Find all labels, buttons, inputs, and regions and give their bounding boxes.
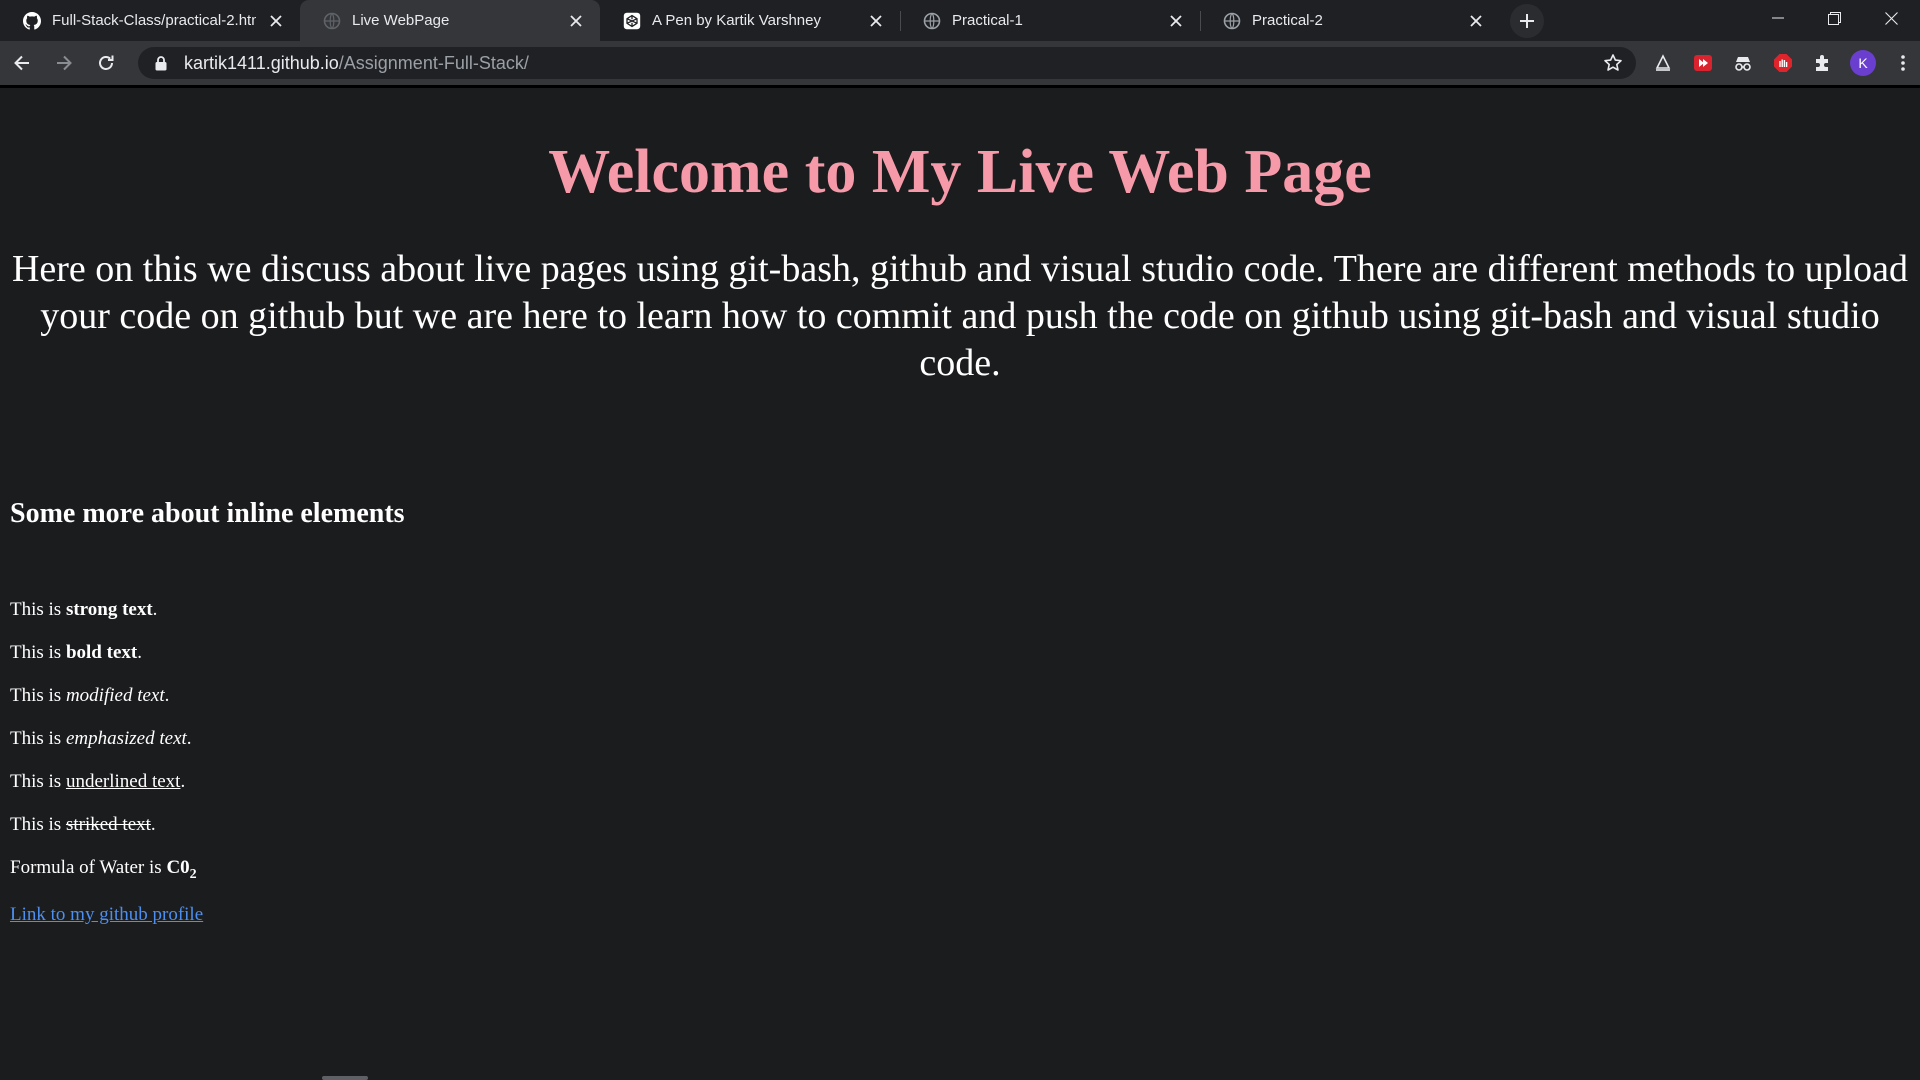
more-menu-icon[interactable] [1890,50,1916,76]
new-tab-button[interactable] [1510,4,1544,38]
tab-live-webpage[interactable]: Live WebPage [300,0,600,41]
restore-icon [1828,11,1841,25]
underlined-text: underlined text [65,771,181,792]
close-icon[interactable] [1466,11,1486,31]
web-page-content: Welcome to My Live Web Page Here on this… [0,88,1920,1080]
strong-line: This is strong text. [10,599,158,620]
close-icon[interactable] [266,11,286,31]
block-extension-icon[interactable] [1770,50,1796,76]
browser-toolbar: kartik1411.github.io/Assignment-Full-Sta… [0,41,1920,85]
tab-title: Live WebPage [352,12,450,29]
restore-button[interactable] [1806,0,1863,36]
link-line: Link to my github profile [10,903,203,927]
intro-paragraph: Here on this we discuss about live pages… [11,248,1909,384]
url-path: /Assignment-Full-Stack/ [338,52,529,73]
section-heading: Some more about inline elements [10,498,405,529]
window-controls [1749,0,1920,36]
emphasized-text: emphasized text [65,728,187,749]
formula-base: C0 [166,857,190,878]
globe-icon [322,11,342,31]
address-bar[interactable]: kartik1411.github.io/Assignment-Full-Sta… [138,47,1636,79]
tab-practical-1[interactable]: Practical-1 [900,0,1200,41]
horizontal-scrollbar[interactable] [322,1076,368,1080]
github-icon [22,11,42,31]
close-icon[interactable] [566,11,586,31]
back-button[interactable] [2,43,42,83]
profile-avatar[interactable]: K [1850,50,1876,76]
arrow-right-icon [57,55,72,71]
close-icon[interactable] [1166,11,1186,31]
strong-text: strong text [65,599,153,620]
bookmark-star-icon[interactable] [1602,52,1624,74]
reload-icon [99,55,114,70]
close-icon[interactable] [866,11,886,31]
video-extension-icon[interactable] [1690,50,1716,76]
emphasized-line: This is emphasized text. [10,728,192,749]
tab-strip: Full-Stack-Class/practical-2.html Live W… [0,0,1920,41]
tab-title: Practical-1 [952,12,1023,29]
modified-text: modified text [65,685,165,706]
tab-codepen[interactable]: A Pen by Kartik Varshney [600,0,900,41]
reload-button[interactable] [86,43,126,83]
tab-title: Full-Stack-Class/practical-2.html [52,12,256,29]
bold-line: This is bold text. [10,642,142,663]
underlined-line: This is underlined text. [10,771,186,792]
close-window-button[interactable] [1863,0,1920,36]
plus-icon [1520,14,1534,28]
github-profile-link[interactable]: Link to my github profile [10,904,203,925]
codepen-icon [622,11,642,31]
modified-line: This is modified text. [10,685,170,706]
tab-practical-2[interactable]: Practical-2 [1200,0,1500,41]
formula-subscript: 2 [189,867,197,882]
page-title: Welcome to My Live Web Page [548,138,1372,206]
extension-a-icon[interactable] [1650,50,1676,76]
globe-icon [1222,11,1242,31]
arrow-left-icon [14,55,29,71]
minimize-icon [1771,17,1784,19]
bold-text: bold text [65,642,138,663]
globe-icon [922,11,942,31]
tab-title: Practical-2 [1252,12,1323,29]
tab-title: A Pen by Kartik Varshney [652,12,821,29]
close-icon [1885,11,1898,25]
puzzle-icon[interactable] [1810,50,1836,76]
url-host: kartik1411.github.io [184,52,339,73]
formula-line: Formula of Water is C02 [10,857,197,882]
lock-icon[interactable] [152,54,170,72]
minimize-button[interactable] [1749,0,1806,36]
striked-line: This is striked text. [10,814,156,835]
striked-text: striked text [65,814,151,835]
extensions-area: K [1650,50,1916,76]
tab-github-practical[interactable]: Full-Stack-Class/practical-2.html [0,0,300,41]
forward-button[interactable] [44,43,84,83]
incognito-extension-icon[interactable] [1730,50,1756,76]
